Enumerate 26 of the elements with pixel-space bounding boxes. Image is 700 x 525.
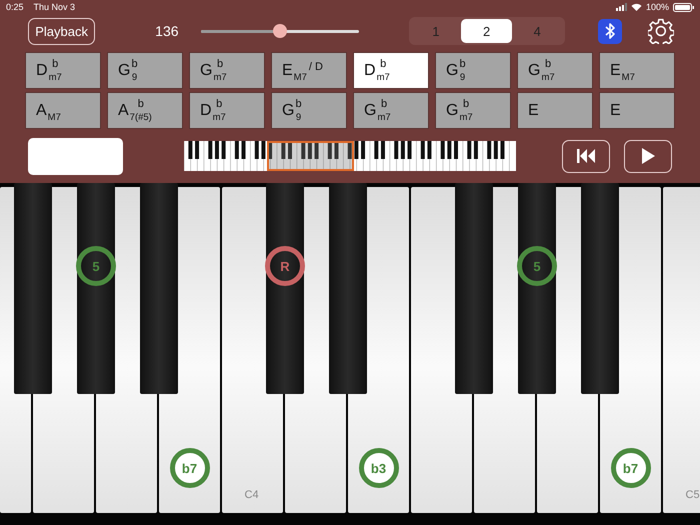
note-marker: 5 <box>517 246 557 286</box>
rewind-icon <box>576 148 596 164</box>
bluetooth-button[interactable] <box>598 18 622 44</box>
settings-icon[interactable] <box>648 18 674 44</box>
slider-thumb[interactable] <box>272 24 287 38</box>
signal-icon <box>616 3 627 11</box>
battery-percent: 100% <box>646 2 669 12</box>
note-label: C4 <box>244 489 259 501</box>
battery-icon <box>673 2 694 12</box>
rewind-button[interactable] <box>562 140 610 172</box>
chord-button[interactable]: E <box>599 92 675 129</box>
tempo-value: 136 <box>155 23 179 39</box>
note-marker: 5 <box>76 246 116 286</box>
status-time: 0:25 <box>6 2 24 12</box>
play-button[interactable] <box>624 140 672 172</box>
chord-button[interactable]: E <box>517 92 593 129</box>
play-icon <box>640 147 656 165</box>
note-marker: R <box>265 246 305 286</box>
keyboard-overview-drawing[interactable] <box>184 141 516 171</box>
wifi-icon <box>630 3 642 11</box>
bluetooth-icon <box>604 22 616 40</box>
playback-button[interactable]: Playback <box>28 18 96 44</box>
segment-button[interactable]: 2 <box>461 19 512 43</box>
tempo-slider[interactable] <box>200 24 359 38</box>
status-date: Thu Nov 3 <box>34 2 76 12</box>
note-label: C5 <box>686 489 700 501</box>
